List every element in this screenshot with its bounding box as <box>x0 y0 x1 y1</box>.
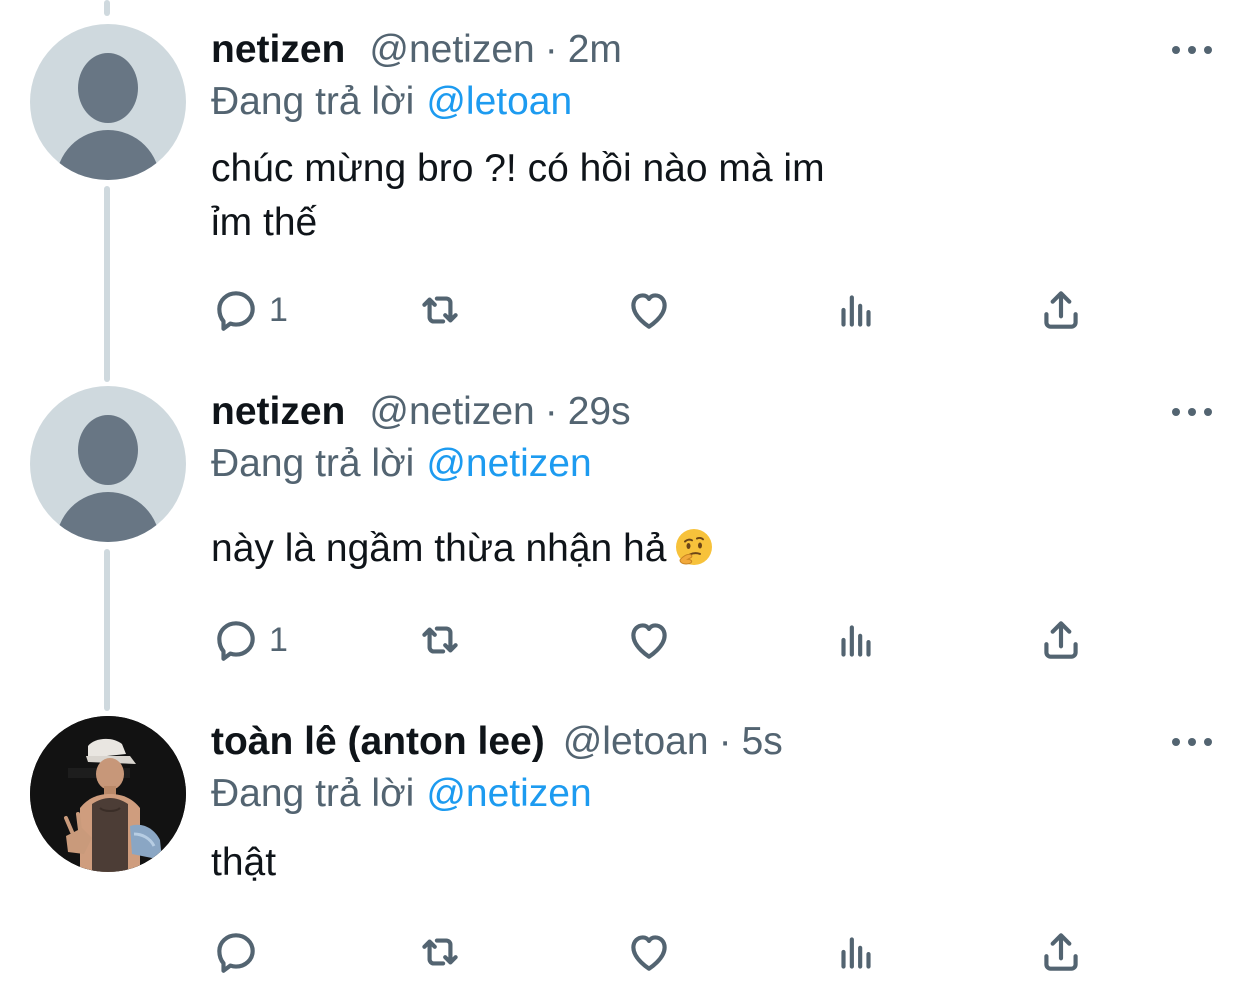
share-icon <box>1044 933 1078 971</box>
retweet-button[interactable] <box>415 612 465 668</box>
timestamp[interactable]: 2m <box>568 24 622 76</box>
reply-icon <box>217 933 255 973</box>
mention-link[interactable]: @letoan <box>426 80 572 123</box>
tweet-header: toàn lê (anton lee) @letoan · 5s <box>211 716 783 768</box>
handle[interactable]: @netizen <box>369 24 534 76</box>
views-icon <box>841 937 871 969</box>
reply-count: 1 <box>269 290 288 329</box>
like-button[interactable] <box>624 612 674 668</box>
tweet-text: này là ngầm thừa nhận hả <box>211 522 931 576</box>
tweet-text-line: thật <box>211 841 277 884</box>
replying-to-label: Đang trả lời <box>211 772 415 815</box>
more-icon[interactable] <box>1172 400 1212 424</box>
tweet-text-line: này là ngầm thừa nhận hả <box>211 527 667 570</box>
mention-link[interactable]: @netizen <box>426 442 591 485</box>
replying-to-label: Đang trả lời <box>211 80 415 123</box>
reply-icon <box>217 291 255 331</box>
tweet-header: netizen @netizen · 29s <box>211 386 631 438</box>
like-icon <box>631 293 667 329</box>
like-button[interactable] <box>624 282 674 338</box>
more-icon[interactable] <box>1172 730 1212 754</box>
handle[interactable]: @netizen <box>369 386 534 438</box>
share-button[interactable] <box>1036 282 1086 338</box>
separator: · <box>544 390 558 433</box>
avatar[interactable] <box>30 386 186 542</box>
timestamp[interactable]: 29s <box>568 386 631 438</box>
mention-link[interactable]: @netizen <box>426 772 591 815</box>
timestamp[interactable]: 5s <box>742 716 783 768</box>
views-button[interactable] <box>831 612 881 668</box>
like-icon <box>631 623 667 659</box>
views-button[interactable] <box>831 282 881 338</box>
replying-to: Đang trả lời @netizen <box>211 438 592 490</box>
replying-to-label: Đang trả lời <box>211 442 415 485</box>
like-button[interactable] <box>624 924 674 980</box>
action-bar <box>211 924 1091 980</box>
share-icon <box>1044 291 1078 329</box>
default-avatar-icon <box>56 415 160 542</box>
tweet-text: thật <box>211 836 931 890</box>
like-icon <box>631 935 667 971</box>
tweet-text-line: ỉm thế <box>211 201 318 244</box>
retweet-button[interactable] <box>415 924 465 980</box>
reply-icon <box>217 621 255 661</box>
share-icon <box>1044 621 1078 659</box>
handle[interactable]: @letoan <box>563 716 709 768</box>
separator: · <box>544 28 558 71</box>
reply-button[interactable]: 1 <box>211 612 288 668</box>
tweet[interactable]: netizen @netizen · 29s Đang trả lời @neti… <box>0 386 1242 676</box>
separator: · <box>718 720 732 763</box>
retweet-icon <box>422 938 458 966</box>
tweet-text: chúc mừng bro ?! có hồi nào mà im ỉm thế <box>211 142 931 250</box>
retweet-icon <box>422 296 458 324</box>
tweet-text-line: chúc mừng bro ?! có hồi nào mà im <box>211 147 825 190</box>
avatar[interactable] <box>30 24 186 180</box>
reply-button[interactable]: 1 <box>211 282 288 338</box>
share-button[interactable] <box>1036 612 1086 668</box>
display-name[interactable]: netizen <box>211 24 345 76</box>
views-button[interactable] <box>831 924 881 980</box>
action-bar: 1 <box>211 612 1091 668</box>
display-name[interactable]: netizen <box>211 386 345 438</box>
retweet-icon <box>422 626 458 654</box>
profile-photo[interactable] <box>30 716 186 872</box>
tweet[interactable]: toàn lê (anton lee) @letoan · 5s Đang tr… <box>0 716 1242 986</box>
thinking-face-emoji <box>676 529 713 565</box>
profile-photo-image <box>30 716 186 872</box>
default-avatar-icon <box>56 53 160 180</box>
replying-to: Đang trả lời @netizen <box>211 768 592 820</box>
retweet-button[interactable] <box>415 282 465 338</box>
reply-count: 1 <box>269 620 288 659</box>
replying-to: Đang trả lời @letoan <box>211 76 572 128</box>
tweet-header: netizen @netizen · 2m <box>211 24 622 76</box>
views-icon <box>841 625 871 657</box>
share-button[interactable] <box>1036 924 1086 980</box>
display-name[interactable]: toàn lê (anton lee) <box>211 716 545 768</box>
tweet[interactable]: netizen @netizen · 2m Đang trả lời @letoa… <box>0 24 1242 354</box>
more-icon[interactable] <box>1172 38 1212 62</box>
action-bar: 1 <box>211 282 1091 338</box>
reply-button[interactable] <box>211 924 261 980</box>
views-icon <box>841 295 871 327</box>
thread-line <box>104 0 110 16</box>
